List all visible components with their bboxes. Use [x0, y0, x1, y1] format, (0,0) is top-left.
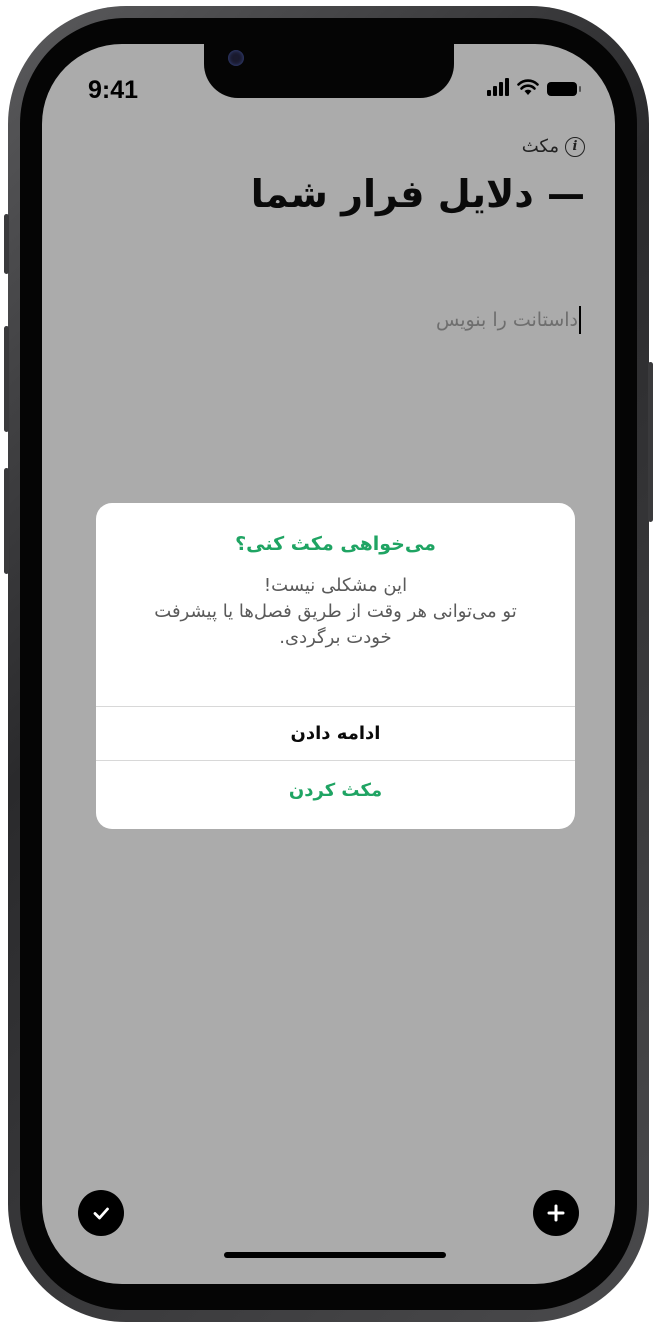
action-button: [4, 214, 9, 274]
volume-up-button: [4, 326, 9, 432]
status-time: 9:41: [88, 76, 139, 104]
signal-icon: [487, 78, 509, 96]
notch: [204, 44, 454, 98]
volume-down-button: [4, 468, 9, 574]
add-button[interactable]: [533, 1190, 579, 1236]
dialog-message-line: خودت برگردی.: [279, 627, 392, 648]
dialog-message: این مشکلی نیست! تو می‌توانی هر وقت از طر…: [116, 573, 555, 651]
text-caret: [579, 306, 581, 334]
status-icons: [487, 78, 581, 96]
battery-icon: [547, 82, 581, 96]
continue-button[interactable]: ادامه دادن: [96, 708, 575, 760]
pause-link-label: مکث: [521, 136, 559, 157]
story-input[interactable]: داستانت را بنویس: [436, 306, 581, 334]
pause-button[interactable]: مکث کردن: [96, 765, 575, 817]
dialog-message-line: تو می‌توانی هر وقت از طریق فصل‌ها یا پیش…: [154, 601, 517, 622]
dialog-message-line: این مشکلی نیست!: [263, 575, 408, 596]
wifi-icon: [517, 79, 539, 95]
pause-link[interactable]: i مکث: [522, 136, 585, 157]
home-indicator[interactable]: [224, 1252, 446, 1258]
dialog-divider: [96, 760, 575, 761]
pause-dialog: می‌خواهی مکث کنی؟ این مشکلی نیست! تو می‌…: [96, 503, 575, 829]
camera-icon: [228, 50, 244, 66]
check-icon: [93, 1207, 109, 1220]
story-input-placeholder: داستانت را بنویس: [435, 309, 578, 331]
info-icon: i: [565, 136, 585, 157]
dialog-title: می‌خواهی مکث کنی؟: [235, 533, 436, 555]
page-title: — دلایل فرار شما: [250, 172, 585, 216]
plus-icon: [547, 1204, 565, 1222]
dialog-divider: [96, 706, 575, 707]
screen: 9:41 i مکث — دلایل فرار شما داستانت را ب…: [42, 44, 615, 1284]
power-button: [648, 362, 653, 522]
done-button[interactable]: [78, 1190, 124, 1236]
